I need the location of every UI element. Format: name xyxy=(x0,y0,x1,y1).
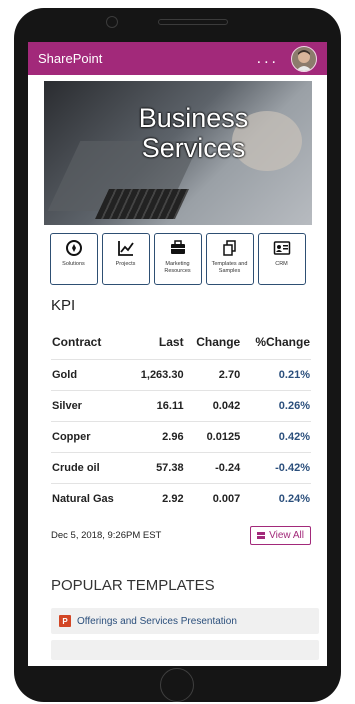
column-header-last: Last xyxy=(129,328,185,360)
quick-links: Solutions Projects Marketing Resources T… xyxy=(28,233,327,285)
view-all-label: View All xyxy=(269,530,304,541)
pct-change-cell: 0.24% xyxy=(241,483,311,514)
table-row: Gold 1,263.30 2.70 0.21% xyxy=(51,359,311,391)
contract-cell: Gold xyxy=(51,359,130,391)
contract-cell: Crude oil xyxy=(51,452,130,484)
change-cell: -0.24 xyxy=(184,452,242,484)
kpi-timestamp: Dec 5, 2018, 9:26PM EST xyxy=(51,530,162,541)
home-button[interactable] xyxy=(160,668,194,702)
phone-frame: SharePoint ... Business Services Solutio… xyxy=(14,8,341,702)
table-row: Crude oil 57.38 -0.24 -0.42% xyxy=(51,452,311,484)
change-cell: 0.042 xyxy=(184,390,242,422)
briefcase-icon xyxy=(170,240,185,254)
last-cell: 2.92 xyxy=(129,483,185,514)
contract-cell: Natural Gas xyxy=(51,483,130,514)
tile-label: Marketing Resources xyxy=(164,261,191,274)
hero-title: Business Services xyxy=(114,103,274,163)
table-row: Natural Gas 2.92 0.007 0.24% xyxy=(51,483,311,514)
tile-templates-and-samples[interactable]: Templates and Samples xyxy=(205,233,254,285)
contract-cell: Silver xyxy=(51,390,130,422)
change-cell: 0.0125 xyxy=(184,421,242,453)
column-header-change: Change xyxy=(184,328,242,360)
more-options-button[interactable]: ... xyxy=(257,50,279,68)
phone-top-bar xyxy=(14,8,341,42)
tile-solutions[interactable]: Solutions xyxy=(49,233,98,285)
pct-change-cell: 0.26% xyxy=(241,390,311,422)
tile-crm[interactable]: CRM xyxy=(257,233,306,285)
last-cell: 1,263.30 xyxy=(129,359,185,391)
list-item[interactable]: P Offerings and Services Presentation xyxy=(51,608,319,634)
powerpoint-icon: P xyxy=(59,615,71,627)
kpi-table: Contract Last Change %Change Gold 1,263.… xyxy=(51,328,311,514)
hero-banner: Business Services xyxy=(43,81,312,225)
chart-line-icon xyxy=(117,241,134,256)
view-all-button[interactable]: View All xyxy=(250,526,311,545)
column-header-contract: Contract xyxy=(51,328,130,360)
table-row: Silver 16.11 0.042 0.26% xyxy=(51,390,311,422)
copy-documents-icon xyxy=(222,240,236,256)
popular-templates-heading: POPULAR TEMPLATES xyxy=(51,577,215,594)
pct-change-cell: -0.42% xyxy=(241,452,311,484)
change-cell: 0.007 xyxy=(184,483,242,514)
hero-title-line-1: Business xyxy=(138,103,249,133)
hero-title-line-2: Services xyxy=(141,133,246,163)
speaker-grille xyxy=(158,19,228,25)
tile-label: Templates and Samples xyxy=(211,261,248,274)
last-cell: 2.96 xyxy=(129,421,185,453)
contact-card-icon xyxy=(273,241,290,255)
tile-marketing-resources[interactable]: Marketing Resources xyxy=(153,233,202,285)
kpi-footer: Dec 5, 2018, 9:26PM EST View All xyxy=(51,526,311,545)
kpi-heading: KPI xyxy=(51,297,76,314)
change-cell: 2.70 xyxy=(184,359,242,391)
pct-change-cell: 0.42% xyxy=(241,421,311,453)
pct-change-cell: 0.21% xyxy=(241,359,311,391)
tile-label: CRM xyxy=(275,261,288,267)
tile-label: Projects xyxy=(115,261,136,267)
grid-icon xyxy=(257,532,266,539)
app-title[interactable]: SharePoint xyxy=(38,51,257,66)
contract-cell: Copper xyxy=(51,421,130,453)
tile-projects[interactable]: Projects xyxy=(101,233,150,285)
template-link[interactable]: Offerings and Services Presentation xyxy=(77,616,237,627)
column-header-pct-change: %Change xyxy=(241,328,311,360)
phone-screen: SharePoint ... Business Services Solutio… xyxy=(28,42,327,666)
list-item[interactable] xyxy=(51,640,319,660)
table-row: Copper 2.96 0.0125 0.42% xyxy=(51,421,311,453)
camera-icon xyxy=(106,16,118,28)
last-cell: 16.11 xyxy=(129,390,185,422)
hero-image-keyboard xyxy=(94,189,189,219)
tile-label: Solutions xyxy=(62,261,85,267)
compass-icon xyxy=(65,240,82,256)
avatar[interactable] xyxy=(291,45,317,72)
last-cell: 57.38 xyxy=(129,452,185,484)
app-header: SharePoint ... xyxy=(28,42,327,75)
